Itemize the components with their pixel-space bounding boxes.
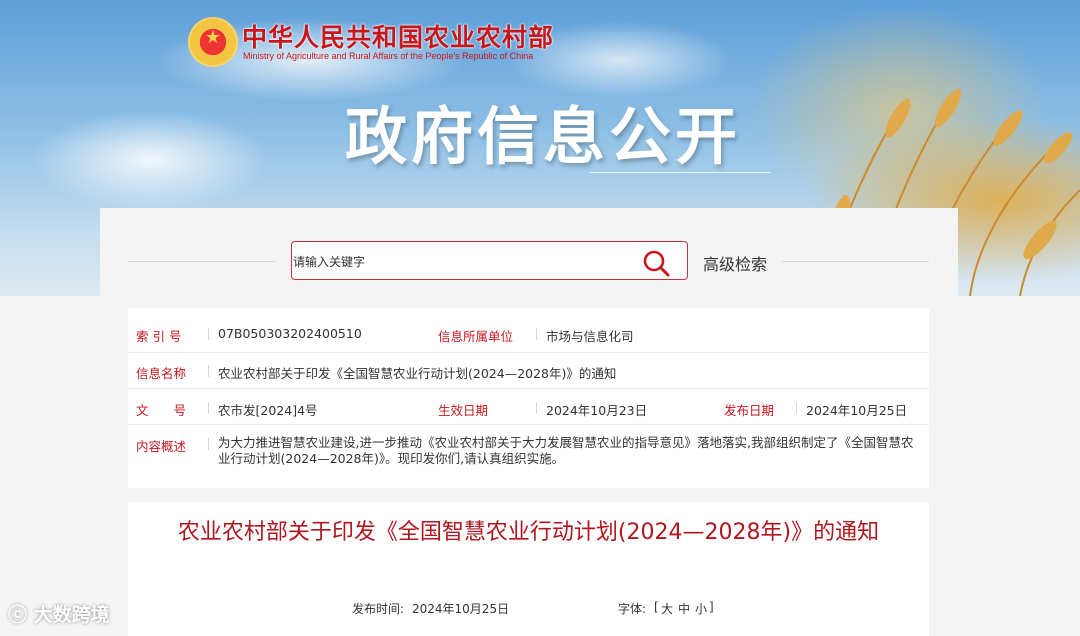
dept-value: 市场与信息化司 — [546, 329, 634, 344]
document-title: 农业农村部关于印发《全国智慧农业行动计划(2024—2028年)》的通知 — [177, 520, 880, 545]
search-divider-left — [128, 261, 276, 262]
search-divider-right — [782, 261, 929, 262]
font-large-button[interactable]: 大 — [661, 600, 673, 617]
separator — [208, 365, 209, 377]
index-value: 07B050303202400510 — [218, 326, 362, 341]
info-row-summary: 内容概述 为大力推进智慧农业建设,进一步推动《农业农村部关于大力发展智慧农业的指… — [128, 424, 929, 488]
info-row-index: 索 引 号 07B050303202400510 信息所属单位 市场与信息化司 — [128, 308, 929, 353]
info-row-docno: 文 号 农市发[2024]4号 生效日期 2024年10月23日 发布日期 20… — [128, 388, 929, 425]
font-size-label: 字体: — [618, 602, 647, 616]
search-bar: 高级检索 — [100, 208, 958, 296]
watermark: ⓒ 大数跨境 — [8, 600, 110, 627]
name-value: 农业农村部关于印发《全国智慧农业行动计划(2024—2028年)》的通知 — [218, 366, 617, 381]
font-medium-button[interactable]: 中 — [678, 600, 690, 617]
publish-date-label: 发布日期 — [724, 403, 775, 418]
info-row-name: 信息名称 农业农村部关于印发《全国智慧农业行动计划(2024—2028年)》的通… — [128, 352, 929, 389]
separator — [796, 402, 797, 414]
info-table: 索 引 号 07B050303202400510 信息所属单位 市场与信息化司 … — [128, 308, 929, 488]
ministry-name-cn[interactable]: 中华人民共和国农业农村部 — [242, 18, 554, 54]
content-panel: 高级检索 索 引 号 07B050303202400510 信息所属单位 市场与… — [100, 208, 958, 636]
publish-date-value: 2024年10月25日 — [806, 403, 908, 418]
effective-date-value: 2024年10月23日 — [546, 403, 648, 418]
publish-time-label: 发布时间: — [352, 602, 405, 616]
summary-label: 内容概述 — [136, 439, 187, 454]
effective-date-label: 生效日期 — [438, 403, 489, 418]
font-small-button[interactable]: 小 — [695, 600, 707, 617]
index-label: 索 引 号 — [136, 329, 182, 344]
dept-label: 信息所属单位 — [438, 329, 514, 344]
search-input[interactable] — [292, 242, 635, 281]
search-icon[interactable] — [642, 249, 670, 277]
font-bracket-close: ] — [709, 600, 714, 614]
font-bracket-open: [ — [654, 600, 659, 614]
separator — [536, 328, 537, 340]
publish-time-value: 2024年10月25日 — [412, 602, 510, 616]
ministry-name-en: Ministry of Agriculture and Rural Affair… — [243, 51, 534, 61]
summary-value: 为大力推进智慧农业建设,进一步推动《农业农村部关于大力发展智慧农业的指导意见》落… — [218, 435, 914, 466]
separator — [536, 402, 537, 414]
watermark-text: 大数跨境 — [33, 604, 110, 626]
separator — [208, 438, 209, 450]
search-box — [291, 241, 688, 281]
advanced-search-link[interactable]: 高级检索 — [703, 251, 767, 275]
national-emblem-icon — [188, 17, 238, 67]
title-divider — [590, 172, 770, 173]
docno-value: 农市发[2024]4号 — [218, 403, 318, 418]
docno-label: 文 号 — [136, 403, 187, 418]
watermark-logo-icon: ⓒ — [8, 604, 28, 626]
document-section: 农业农村部关于印发《全国智慧农业行动计划(2024—2028年)》的通知 发布时… — [128, 502, 929, 636]
name-label: 信息名称 — [136, 366, 187, 381]
separator — [208, 402, 209, 414]
section-title: 政府信息公开 — [345, 100, 742, 173]
separator — [208, 328, 209, 340]
